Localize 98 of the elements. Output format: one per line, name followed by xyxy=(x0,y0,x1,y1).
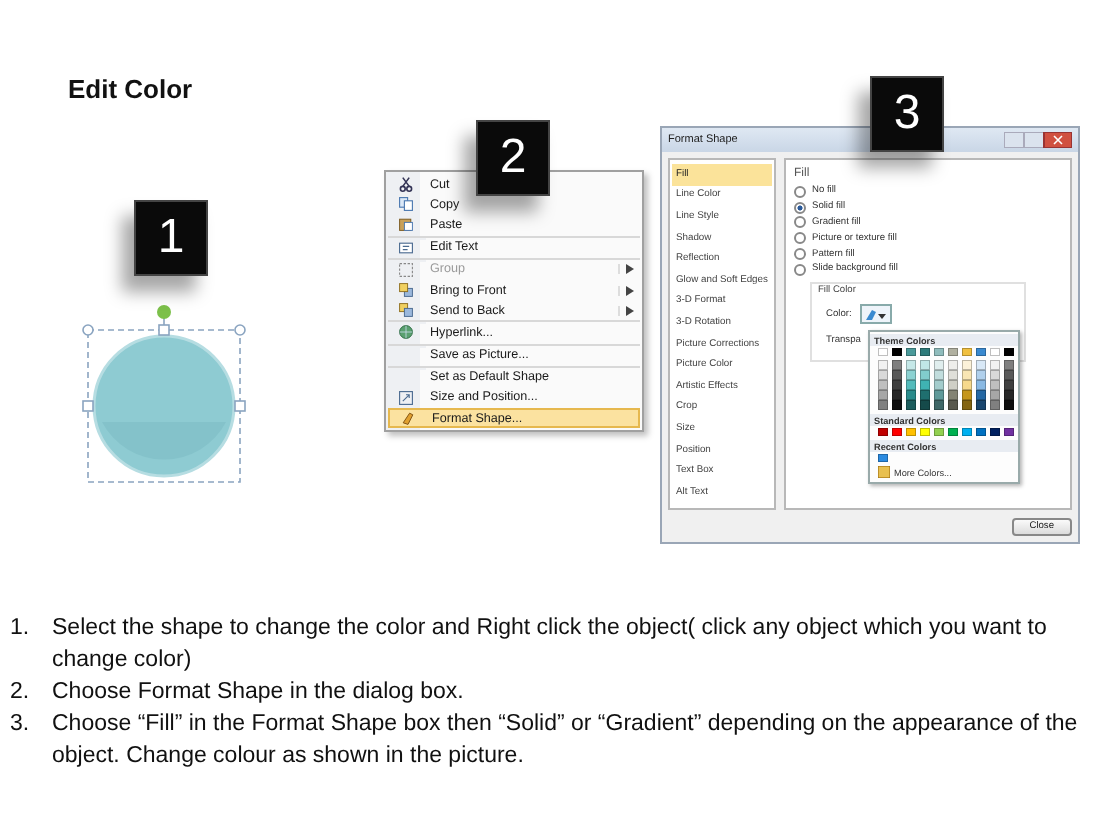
radio-button[interactable] xyxy=(794,263,806,276)
window-controls-icon[interactable] xyxy=(1004,132,1072,148)
radio-button[interactable] xyxy=(794,216,806,229)
radio-button[interactable] xyxy=(794,185,806,198)
color-swatch[interactable] xyxy=(962,360,972,370)
color-swatch[interactable] xyxy=(878,370,888,380)
color-swatch[interactable] xyxy=(892,400,902,410)
color-swatch[interactable] xyxy=(962,428,972,436)
step-number: 3. xyxy=(10,710,32,740)
color-swatch[interactable] xyxy=(934,360,944,370)
color-swatch[interactable] xyxy=(906,380,916,390)
instruction-text: Choose Format Shape in the dialog box. xyxy=(52,678,466,708)
instruction-text: Choose “Fill” in the Format Shape box then “Solid” or “Gradient” depending on the appearance of the object. Change colour as shown in the picture. xyxy=(52,710,1080,772)
color-swatch[interactable] xyxy=(906,390,916,400)
step-number-badge: 1 xyxy=(134,200,208,276)
color-swatch[interactable] xyxy=(934,400,944,410)
color-swatch[interactable] xyxy=(878,400,888,410)
step-number-badge: 2 xyxy=(476,120,550,196)
color-swatch[interactable] xyxy=(878,380,888,390)
color-swatch[interactable] xyxy=(920,428,930,436)
color-swatch[interactable] xyxy=(948,428,958,436)
clipboard-icon xyxy=(397,216,413,233)
color-swatch[interactable] xyxy=(976,428,986,436)
color-swatch[interactable] xyxy=(920,370,930,380)
color-swatch[interactable] xyxy=(976,390,986,400)
color-swatch[interactable] xyxy=(990,348,1000,356)
color-swatch[interactable] xyxy=(976,370,986,380)
color-swatch[interactable] xyxy=(948,390,958,400)
step-number: 1. xyxy=(10,614,32,644)
color-swatch[interactable] xyxy=(920,348,930,356)
dashed-square-icon xyxy=(397,261,413,278)
globe-icon xyxy=(397,324,413,341)
color-swatch[interactable] xyxy=(990,380,1000,390)
color-swatch[interactable] xyxy=(878,348,888,356)
color-swatch[interactable] xyxy=(948,400,958,410)
radio-button[interactable] xyxy=(794,232,806,245)
color-swatch[interactable] xyxy=(934,348,944,356)
pages-icon xyxy=(397,196,413,213)
color-swatch[interactable] xyxy=(1004,390,1014,400)
color-swatch[interactable] xyxy=(920,400,930,410)
color-swatch[interactable] xyxy=(1004,428,1014,436)
radio-button[interactable] xyxy=(794,201,806,214)
color-swatch[interactable] xyxy=(976,400,986,410)
color-swatch[interactable] xyxy=(1004,400,1014,410)
scissors-icon xyxy=(397,176,413,193)
color-swatch[interactable] xyxy=(962,348,972,356)
color-swatch[interactable] xyxy=(878,360,888,370)
color-swatch[interactable] xyxy=(990,390,1000,400)
color-swatch[interactable] xyxy=(892,380,902,390)
color-swatch[interactable] xyxy=(892,390,902,400)
color-swatch[interactable] xyxy=(948,380,958,390)
color-swatch[interactable] xyxy=(892,370,902,380)
color-swatch[interactable] xyxy=(1004,380,1014,390)
color-swatch[interactable] xyxy=(976,360,986,370)
color-picker-button[interactable] xyxy=(859,304,892,325)
color-swatch[interactable] xyxy=(934,370,944,380)
color-swatch[interactable] xyxy=(962,370,972,380)
color-swatch[interactable] xyxy=(906,400,916,410)
color-swatch[interactable] xyxy=(906,360,916,370)
radio-button[interactable] xyxy=(794,248,806,261)
color-swatch[interactable] xyxy=(1004,370,1014,380)
paint-icon xyxy=(399,410,415,427)
color-swatch[interactable] xyxy=(948,348,958,356)
text-box-icon xyxy=(397,239,413,256)
color-swatch[interactable] xyxy=(976,348,986,356)
color-swatch[interactable] xyxy=(990,370,1000,380)
instruction-text: Select the shape to change the color and Right click the object( click any object which you want to change color) xyxy=(52,614,1049,676)
color-swatch[interactable] xyxy=(920,390,930,400)
color-swatch[interactable] xyxy=(934,428,944,436)
color-swatch[interactable] xyxy=(990,428,1000,436)
color-swatch[interactable] xyxy=(906,348,916,356)
color-swatch[interactable] xyxy=(1004,360,1014,370)
step-number: 2. xyxy=(10,678,32,708)
color-swatch[interactable] xyxy=(990,360,1000,370)
color-swatch[interactable] xyxy=(892,428,902,436)
color-swatch[interactable] xyxy=(906,370,916,380)
slide-title: Edit Color xyxy=(68,74,193,104)
color-swatch[interactable] xyxy=(962,390,972,400)
resize-icon xyxy=(397,389,413,406)
color-swatch[interactable] xyxy=(892,348,902,356)
color-swatch[interactable] xyxy=(934,390,944,400)
color-swatch[interactable] xyxy=(990,400,1000,410)
color-swatch[interactable] xyxy=(1004,348,1014,356)
step-number-badge: 3 xyxy=(870,76,944,152)
color-swatch[interactable] xyxy=(948,370,958,380)
color-swatch[interactable] xyxy=(906,428,916,436)
color-swatch[interactable] xyxy=(878,428,888,436)
color-swatch[interactable] xyxy=(948,360,958,370)
color-swatch[interactable] xyxy=(892,360,902,370)
color-swatch[interactable] xyxy=(920,380,930,390)
color-swatch[interactable] xyxy=(962,380,972,390)
color-swatch[interactable] xyxy=(976,380,986,390)
color-swatch[interactable] xyxy=(878,390,888,400)
color-swatch[interactable] xyxy=(920,360,930,370)
palette-icon xyxy=(878,466,890,478)
color-swatch[interactable] xyxy=(962,400,972,410)
color-swatch[interactable] xyxy=(934,380,944,390)
color-swatch[interactable] xyxy=(878,454,888,462)
